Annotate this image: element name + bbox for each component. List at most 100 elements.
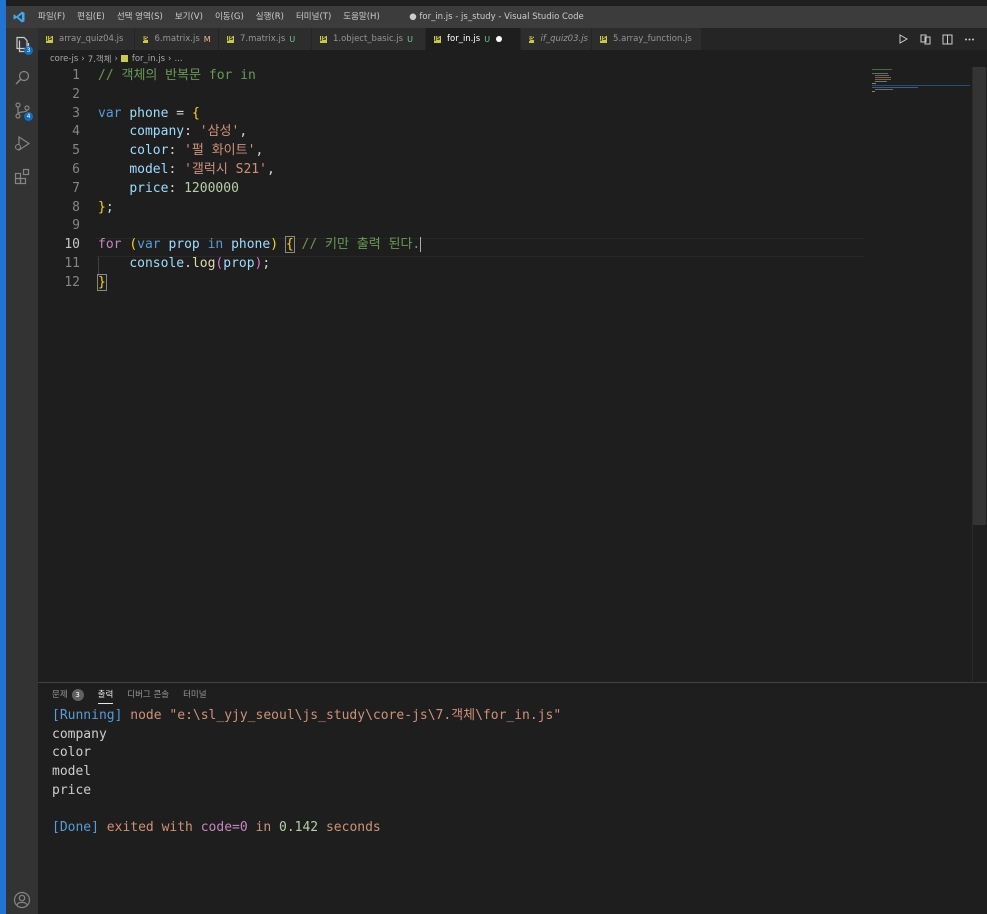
scrollbar-thumb[interactable] (973, 67, 986, 525)
menu-item[interactable]: 파일(F) (32, 6, 71, 28)
editor-actions (897, 28, 987, 50)
output-running-line: [Running] node "e:\sl_yjy_seoul\js_study… (52, 707, 561, 726)
extensions-icon[interactable] (6, 160, 38, 193)
js-file-icon: JS (143, 35, 149, 43)
breadcrumb: core-js › 7.객체 › for_in.js › ... (38, 50, 987, 67)
code-token: prop (168, 237, 200, 253)
code-line: 2 (38, 85, 864, 104)
line-number: 4 (72, 124, 80, 140)
explorer-badge: 3 (24, 46, 33, 55)
code-token: ) (270, 237, 279, 253)
editor-tab[interactable]: JS 6.matrix.js M (135, 28, 219, 50)
code-token: ( (129, 237, 138, 253)
breadcrumb-file[interactable]: for_in.js (132, 54, 165, 64)
js-file-icon: JS (46, 35, 53, 43)
menu-item[interactable]: 터미널(T) (290, 6, 337, 28)
js-file-icon: JS (227, 35, 234, 43)
panel-tab-label: 문제 (52, 690, 68, 700)
scm-badge: 4 (24, 112, 33, 121)
output-results: company color model price (52, 726, 561, 819)
code-line: 3 var phone = { (38, 104, 864, 123)
breadcrumb-more[interactable]: ... (174, 54, 182, 64)
panel-tabs: 문제 3 출력 디버그 콘솔 터미널 (38, 683, 987, 707)
problems-count-badge: 3 (71, 689, 84, 701)
tab-label: if_quiz03.js (540, 34, 588, 44)
elapsed-time: 0.142 (279, 820, 319, 836)
editor-scrollbar[interactable] (972, 67, 986, 682)
code-text: } (97, 273, 107, 292)
line-number: 5 (72, 143, 80, 159)
menu-item[interactable]: 편집(E) (71, 6, 111, 28)
menu-bar: 파일(F) 편집(E) 선택 영역(S) 보기(V) 이동(G) 실행(R) 터미널(T) 도… (32, 6, 386, 28)
chevron-right-icon: › (168, 53, 172, 64)
menu-item[interactable]: 선택 영역(S) (111, 6, 169, 28)
code-token: company (129, 124, 185, 140)
code-token: var (137, 237, 161, 253)
editor-tab[interactable]: JS array_quiz04.js (38, 28, 135, 50)
output-console[interactable]: [Running] node "e:\sl_yjy_seoul\js_study… (52, 707, 561, 838)
code-token: '삼성' (199, 124, 240, 140)
panel-tab-label: 출력 (97, 690, 114, 700)
code-token: model (129, 162, 169, 177)
code-token: } (97, 273, 107, 291)
account-icon[interactable] (6, 886, 38, 914)
minimap[interactable] (872, 67, 972, 107)
source-control-icon[interactable]: 4 (6, 94, 38, 127)
panel-tab[interactable]: 문제 3 (52, 683, 84, 707)
split-editor-icon[interactable] (941, 33, 953, 45)
code-token: in (207, 237, 224, 253)
menu-item[interactable]: 도움말(H) (337, 6, 385, 28)
editor-tab[interactable]: JS 7.matrix.js U (219, 28, 312, 50)
explorer-icon[interactable]: 3 (6, 28, 38, 61)
line-number: 12 (64, 274, 80, 290)
code-token: prop (223, 256, 255, 271)
editor-tab[interactable]: JS for_in.js U (426, 28, 521, 50)
js-file-icon: JS (529, 35, 535, 43)
panel-tab-label: 디버그 콘솔 (127, 690, 170, 700)
code-text: // 객체의 반복문 for in (98, 66, 256, 85)
code-token: : (184, 124, 200, 140)
code-text: for (var prop in phone) { // 키만 출력 된다. (98, 235, 422, 254)
breadcrumb-folder[interactable]: 7.객체 (88, 53, 112, 65)
panel-tab[interactable]: 터미널 (183, 683, 206, 707)
output-line: company (52, 726, 107, 742)
run-debug-icon[interactable] (6, 127, 38, 160)
editor-tab[interactable]: JS 5.array_function.js (592, 28, 702, 50)
panel-tab[interactable]: 디버그 콘솔 (127, 683, 169, 707)
code-line: 1 // 객체의 반복문 for in (38, 66, 864, 85)
git-status-badge: U (289, 34, 296, 44)
menu-item[interactable]: 이동(G) (209, 6, 250, 28)
running-tag: [Running] (52, 708, 123, 723)
run-code-icon[interactable] (897, 33, 909, 45)
code-token: . (184, 256, 192, 271)
code-editor[interactable]: 1// 객체의 반복문 for in 2 3 var phone = {4 compa… (38, 67, 972, 682)
unsaved-dot-icon[interactable] (496, 36, 503, 42)
editor-tab[interactable]: JS if_quiz03.js (521, 28, 592, 50)
menu-item[interactable]: 실행(R) (250, 6, 290, 28)
code-token: log (191, 256, 216, 271)
line-number: 2 (72, 86, 80, 102)
more-actions-icon[interactable] (963, 33, 975, 45)
code-text: price: 1200000 (98, 179, 239, 198)
chevron-right-icon: › (81, 53, 85, 64)
code-token: color (129, 143, 169, 159)
search-icon[interactable] (6, 61, 38, 94)
editor-tab-bar: JS array_quiz04.js JS 6.matrix.js M JS 7.matri… (38, 28, 987, 50)
editor-tab[interactable]: JS 1.object_basic.js U (312, 28, 426, 50)
menu-item[interactable]: 보기(V) (169, 6, 209, 28)
panel-tab[interactable]: 출력 (97, 683, 114, 707)
code-token: 1200000 (184, 180, 239, 196)
code-token: phone (231, 237, 271, 253)
code-line: 10 for (var prop in phone) { // 키만 출력 된다. (38, 235, 864, 254)
breadcrumb-root[interactable]: core-js (50, 54, 78, 64)
code-line: 5 color: '펄 화이트', (38, 141, 864, 160)
done-text: seconds (318, 820, 381, 836)
code-token: '갤럭시 S21' (184, 162, 267, 177)
code-line: 8}; (38, 198, 864, 217)
panel-tab-label: 터미널 (183, 690, 207, 700)
js-file-icon: JS (320, 35, 327, 43)
compare-changes-icon[interactable] (919, 33, 931, 45)
done-text: exited with (98, 820, 201, 836)
